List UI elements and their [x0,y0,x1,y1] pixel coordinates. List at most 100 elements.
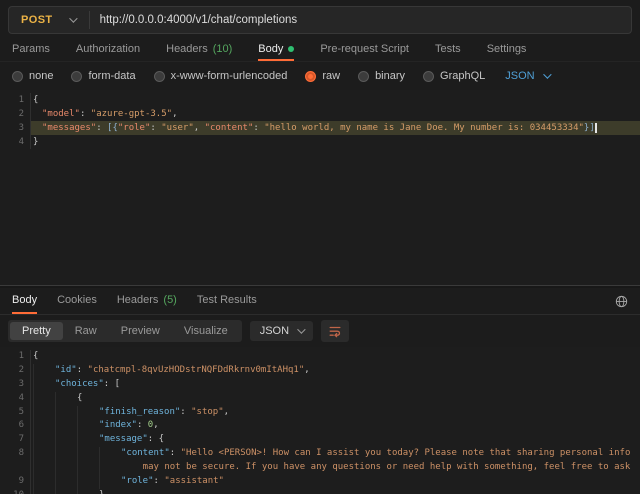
code-token: "message" [99,433,148,447]
indent-guide [99,475,121,489]
headers-count-badge: (5) [163,294,176,306]
indent-guide [99,461,121,475]
code-token: "chatcmpl-8qvUzHODstrNQFDdRkrnv0mItAHq1" [88,364,305,378]
tab-label: Test Results [197,294,257,306]
url-input[interactable]: http://0.0.0.0:4000/v1/chat/completions [90,7,631,33]
indent-guide [55,392,77,406]
code-token: : [150,121,161,135]
tab-label: Settings [487,43,527,55]
indent-guide [77,489,99,494]
indent-guide [55,433,77,447]
tab-label: Body [12,294,37,306]
code-token: : [253,121,264,135]
code-token: , [224,406,229,420]
tab-settings[interactable]: Settings [487,38,527,61]
code-token: , [304,364,309,378]
view-visualize-button[interactable]: Visualize [172,322,240,340]
mode-label: binary [375,70,405,82]
unsaved-changes-dot-icon [288,46,294,52]
mode-label: x-www-form-urlencoded [171,70,288,82]
tab-authorization[interactable]: Authorization [76,38,140,61]
line-number: 2 [0,107,30,121]
indent-guide [99,447,121,461]
view-raw-button[interactable]: Raw [63,322,109,340]
tab-tests[interactable]: Tests [435,38,461,61]
indent-guide [33,121,42,135]
body-mode-binary[interactable]: binary [358,70,405,82]
view-pretty-button[interactable]: Pretty [10,322,63,340]
response-tab-cookies[interactable]: Cookies [57,288,97,314]
line-number: 3 [0,378,30,392]
indent-guide [33,107,42,121]
wrap-text-icon [328,324,342,338]
language-label: JSON [260,325,289,337]
code-token: } [99,489,104,494]
indent-guide [33,475,55,489]
code-token: "stop" [191,406,224,420]
body-mode-x-www-form-urlencoded[interactable]: x-www-form-urlencoded [154,70,288,82]
indent-guide [55,461,77,475]
code-line-content: } [30,489,640,494]
text-cursor [595,123,597,133]
response-body-viewer[interactable]: 1{2"id": "chatcmpl-8qvUzHODstrNQFDdRkrnv… [0,347,640,494]
response-language-select[interactable]: JSON [250,321,313,341]
indent-guide [55,406,77,420]
tab-headers[interactable]: Headers (10) [166,38,232,61]
body-mode-graphql[interactable]: GraphQL [423,70,485,82]
mode-label: none [29,70,53,82]
view-preview-button[interactable]: Preview [109,322,172,340]
code-line-content: "choices": [ [30,378,640,392]
code-line: 3"choices": [ [0,378,640,392]
code-token: : [154,475,165,489]
tab-body[interactable]: Body [258,38,294,61]
rest-client-window: POST http://0.0.0.0:4000/v1/chat/complet… [0,0,640,494]
request-tabs: Params Authorization Headers (10) Body P… [0,38,640,62]
line-number: 4 [0,135,30,149]
globe-icon[interactable] [615,295,628,308]
code-line-content: "message": { [30,433,640,447]
request-language-select[interactable]: JSON [505,70,548,82]
code-token: "finish_reason" [99,406,180,420]
response-tab-body[interactable]: Body [12,288,37,314]
code-token: } [33,135,38,149]
tab-label: Headers [166,43,208,55]
chevron-down-icon [297,325,305,333]
code-token: "messages" [42,121,96,135]
response-tab-test-results[interactable]: Test Results [197,288,257,314]
chevron-down-icon [69,14,77,22]
tab-label: Cookies [57,294,97,306]
line-number: 2 [0,364,30,378]
indent-guide [33,378,55,392]
indent-guide [77,475,99,489]
body-mode-raw[interactable]: raw [305,70,340,82]
code-token: , [172,107,177,121]
tab-pre-request-script[interactable]: Pre-request Script [320,38,409,61]
code-token: : [180,406,191,420]
method-selector[interactable]: POST [9,7,89,33]
tab-params[interactable]: Params [12,38,50,61]
code-token: "azure-gpt-3.5" [91,107,172,121]
code-token: "hello world, my name is Jane Doe. My nu… [264,121,584,135]
indent-guide [33,447,55,461]
method-label: POST [21,14,53,26]
code-line-content: "finish_reason": "stop", [30,406,640,420]
tab-label: Authorization [76,43,140,55]
code-line: 1{ [0,350,640,364]
code-line-content: "id": "chatcmpl-8qvUzHODstrNQFDdRkrnv0mI… [30,364,640,378]
mode-label: form-data [88,70,135,82]
mode-label: raw [322,70,340,82]
code-line: 4} [0,135,640,149]
code-line: 7"message": { [0,433,640,447]
code-token: }] [584,121,595,135]
code-token: : [80,107,91,121]
wrap-text-button[interactable] [321,320,349,342]
request-body-editor[interactable]: 1{2"model": "azure-gpt-3.5",3"messages":… [0,90,640,285]
tab-label: Body [258,43,283,55]
response-tab-headers[interactable]: Headers (5) [117,288,177,314]
code-token: "content" [205,121,254,135]
chevron-down-icon [543,70,551,78]
body-mode-none[interactable]: none [12,70,53,82]
code-token: [{ [107,121,118,135]
body-mode-form-data[interactable]: form-data [71,70,135,82]
code-line: 4{ [0,392,640,406]
